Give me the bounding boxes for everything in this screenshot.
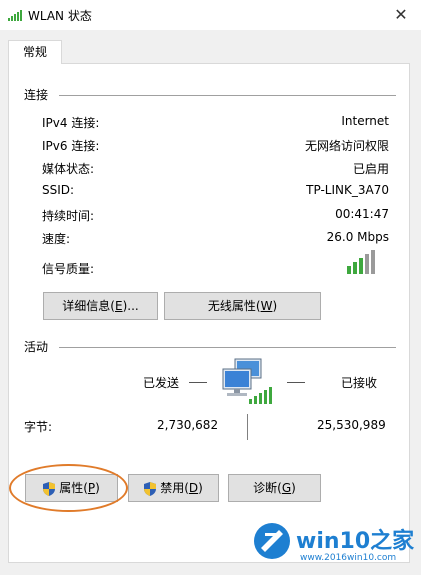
sent-dash xyxy=(189,382,207,383)
close-button[interactable]: ✕ xyxy=(381,0,421,30)
details-button[interactable]: 详细信息(E)... xyxy=(43,292,158,320)
title-bar: WLAN 状态 ✕ xyxy=(0,0,421,30)
activity-group-label: 活动 xyxy=(24,340,49,354)
ipv6-label: IPv6 连接: xyxy=(42,139,100,153)
signal-quality-label: 信号质量: xyxy=(42,262,95,276)
diagnose-button[interactable]: 诊断(G) xyxy=(228,474,321,502)
ssid-value: TP-LINK_3A70 xyxy=(306,183,389,197)
speed-label: 速度: xyxy=(42,232,71,246)
received-label: 已接收 xyxy=(341,376,378,390)
tab-general[interactable]: 常规 xyxy=(8,40,62,64)
bytes-separator xyxy=(247,414,248,440)
duration-value: 00:41:47 xyxy=(335,207,389,221)
media-state-value: 已启用 xyxy=(352,162,389,176)
ipv4-label: IPv4 连接: xyxy=(42,116,100,130)
activity-divider xyxy=(59,347,396,348)
ssid-label: SSID: xyxy=(42,183,75,197)
signal-strength-icon xyxy=(347,250,375,274)
win10-logo-icon xyxy=(254,523,290,559)
uac-shield-icon xyxy=(144,481,157,496)
wifi-signal-icon xyxy=(8,10,22,21)
received-dash xyxy=(287,382,305,383)
wireless-properties-button[interactable]: 无线属性(W) xyxy=(164,292,321,320)
properties-highlight-ring xyxy=(9,464,128,512)
bytes-sent-value: 2,730,682 xyxy=(157,418,219,432)
network-computers-icon xyxy=(222,358,272,404)
watermark-brand: win10之家 xyxy=(296,529,415,554)
window-title: WLAN 状态 xyxy=(28,9,92,23)
bytes-received-value: 25,530,989 xyxy=(317,418,386,432)
media-state-label: 媒体状态: xyxy=(42,162,95,176)
ipv6-value: 无网络访问权限 xyxy=(304,139,389,153)
connection-group-label: 连接 xyxy=(24,88,49,102)
bytes-label: 字节: xyxy=(24,420,53,434)
ipv4-value: Internet xyxy=(341,114,389,128)
disable-button[interactable]: 禁用(D) xyxy=(128,474,219,502)
duration-label: 持续时间: xyxy=(42,209,95,223)
sent-label: 已发送 xyxy=(143,376,180,390)
connection-divider xyxy=(59,95,396,96)
speed-value: 26.0 Mbps xyxy=(326,230,389,244)
close-icon: ✕ xyxy=(394,5,408,24)
watermark-url: www.2016win10.com xyxy=(300,553,397,563)
watermark: win10之家 www.2016win10.com xyxy=(248,515,421,575)
